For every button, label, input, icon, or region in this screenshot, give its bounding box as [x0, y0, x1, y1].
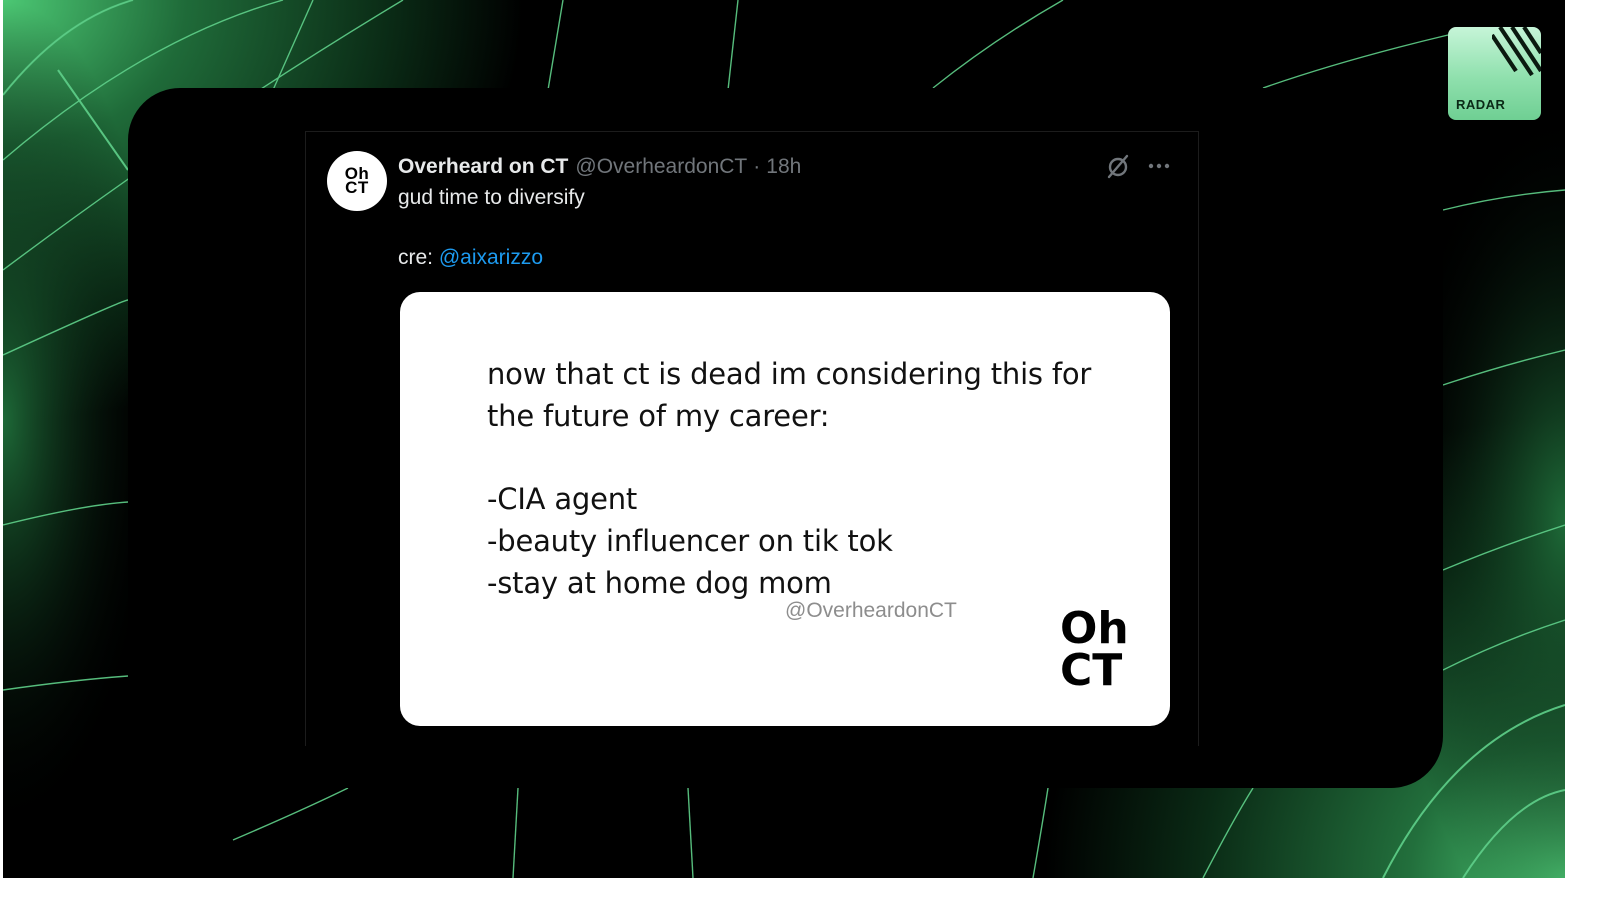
media-logo-line-1: Oh — [1060, 603, 1129, 654]
display-name[interactable]: Overheard on CT — [398, 155, 568, 179]
tweet-card[interactable]: Oh CT Overheard on CT @OverheardonCT · 1… — [305, 131, 1199, 746]
bottom-edge — [0, 878, 1600, 902]
more-options-icon[interactable] — [1144, 152, 1174, 180]
radar-stripes-icon — [1492, 27, 1541, 77]
slide-canvas: Oh CT Overheard on CT @OverheardonCT · 1… — [3, 0, 1565, 878]
user-handle[interactable]: @OverheardonCT — [575, 155, 747, 179]
tweet-timestamp[interactable]: 18h — [766, 155, 801, 179]
avatar-line-2: CT — [345, 178, 369, 197]
credit-mention-link[interactable]: @aixarizzo — [439, 246, 543, 269]
media-text: now that ct is dead im considering this … — [487, 357, 1092, 600]
tweet-credit: cre: @aixarizzo — [398, 246, 543, 270]
media-logo-line-2: CT — [1060, 645, 1123, 696]
credit-prefix: cre: — [398, 246, 439, 269]
right-edge — [1565, 0, 1600, 902]
header-separator: · — [753, 155, 761, 178]
media-logo: Oh CT — [1060, 603, 1129, 696]
radar-logo: RADAR — [1448, 27, 1541, 120]
grok-icon[interactable] — [1104, 152, 1132, 180]
tweet-text: gud time to diversify — [398, 186, 585, 209]
avatar[interactable]: Oh CT — [327, 151, 387, 211]
radar-label: RADAR — [1456, 97, 1506, 112]
tweet-header: Overheard on CT @OverheardonCT · 18h — [398, 153, 801, 181]
tweet-media-image[interactable]: now that ct is dead im considering this … — [400, 292, 1170, 726]
media-watermark: @OverheardonCT — [785, 599, 957, 622]
